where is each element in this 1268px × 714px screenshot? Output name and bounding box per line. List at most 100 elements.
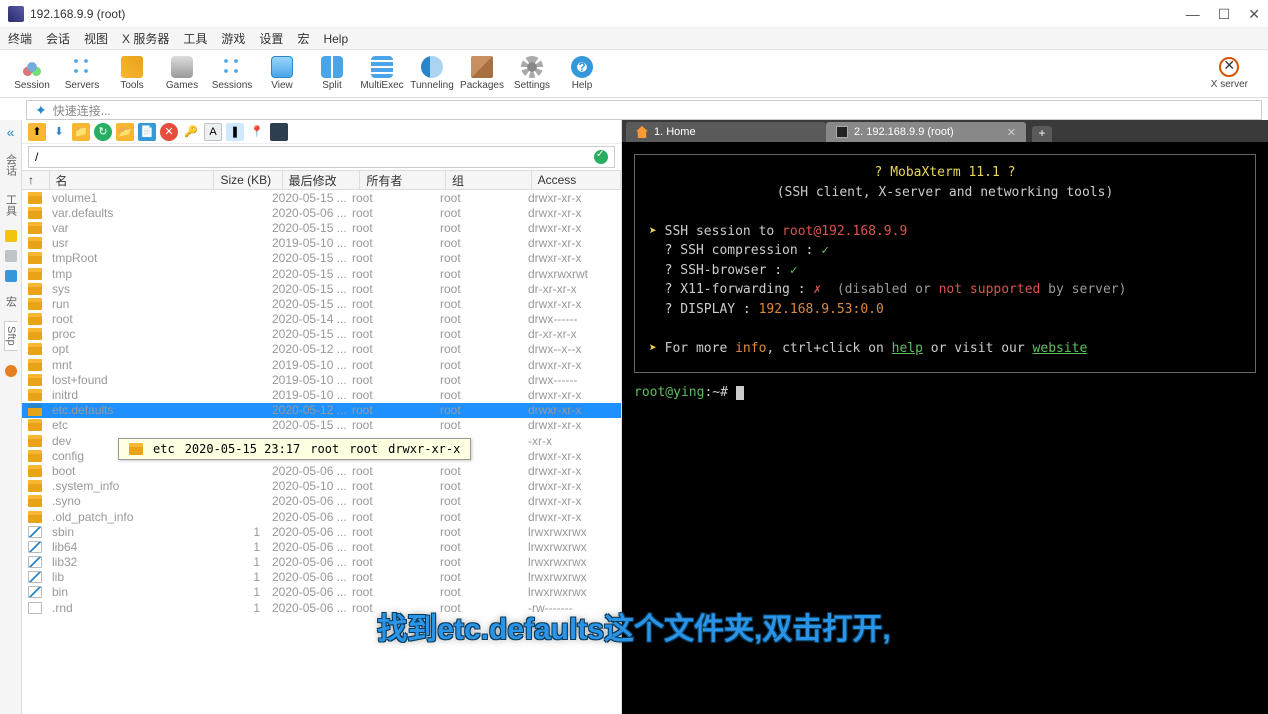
new-folder-icon[interactable]: 📂 [116, 123, 134, 141]
col-name[interactable]: 名 [50, 171, 215, 189]
file-row[interactable]: sys2020-05-15 ...rootrootdr-xr-xr-x [22, 281, 621, 296]
help-link[interactable]: help [892, 341, 923, 356]
new-file-icon[interactable]: 📄 [138, 123, 156, 141]
file-row[interactable]: etc.defaults2020-05-12 ...rootrootdrwxr-… [22, 403, 621, 418]
help-icon: ? [571, 56, 593, 78]
file-list-header: ↑ 名 Size (KB) 最后修改 所有者 组 Access [22, 170, 621, 190]
sidetab-sessions[interactable]: 会话 [3, 150, 19, 180]
send-icon[interactable] [5, 270, 17, 282]
menu-xserver[interactable]: X 服务器 [122, 30, 169, 47]
file-row[interactable]: lib3212020-05-06 ...rootrootlrwxrwxrwx [22, 555, 621, 570]
col-updir[interactable]: ↑ [22, 171, 50, 189]
toolbar-games[interactable]: Games [158, 53, 206, 95]
file-row[interactable]: proc2020-05-15 ...rootrootdr-xr-xr-x [22, 327, 621, 342]
file-row[interactable]: sbin12020-05-06 ...rootrootlrwxrwxrwx [22, 524, 621, 539]
file-row[interactable]: var.defaults2020-05-06 ...rootrootdrwxr-… [22, 205, 621, 220]
file-icon [28, 602, 42, 614]
toolbar-multiexec[interactable]: MultiExec [358, 53, 406, 95]
monitor-icon[interactable] [5, 250, 17, 262]
col-date[interactable]: 最后修改 [283, 171, 361, 189]
file-row[interactable]: lib12020-05-06 ...rootrootlrwxrwxrwx [22, 570, 621, 585]
xserver-button[interactable]: X server [1211, 57, 1248, 90]
toolbar-help[interactable]: ?Help [558, 53, 606, 95]
file-row[interactable]: .old_patch_info2020-05-06 ...rootrootdrw… [22, 509, 621, 524]
col-access[interactable]: Access [532, 171, 621, 189]
file-row[interactable]: boot2020-05-06 ...rootrootdrwxr-xr-x [22, 463, 621, 478]
terminal-prompt: root@ying:~# [634, 383, 1256, 403]
terminal-banner: ? MobaXterm 11.1 ? (SSH client, X-server… [634, 154, 1256, 373]
file-row[interactable]: etc2020-05-15 ...rootrootdrwxr-xr-x [22, 418, 621, 433]
link-icon [28, 541, 42, 553]
tab-close-icon[interactable]: ✕ [1007, 126, 1016, 139]
pin-icon[interactable]: 📍 [248, 123, 266, 141]
menu-terminal[interactable]: 终端 [8, 30, 32, 47]
file-row[interactable]: tmp2020-05-15 ...rootrootdrwxrwxrwt [22, 266, 621, 281]
toolbar-servers[interactable]: Servers [58, 53, 106, 95]
dot-icon[interactable] [5, 365, 17, 377]
col-owner[interactable]: 所有者 [360, 171, 446, 189]
menu-games[interactable]: 游戏 [221, 30, 245, 47]
folder-open-icon [28, 404, 42, 416]
path-bar[interactable]: / [28, 146, 615, 168]
file-row[interactable]: mnt2019-05-10 ...rootrootdrwxr-xr-x [22, 357, 621, 372]
menu-settings[interactable]: 设置 [259, 30, 283, 47]
sidetab-tools[interactable]: 工具 [3, 190, 19, 220]
toolbar-sessions[interactable]: Sessions [208, 53, 256, 95]
file-row[interactable]: usr2019-05-10 ...rootrootdrwxr-xr-x [22, 236, 621, 251]
menu-view[interactable]: 视图 [84, 30, 108, 47]
file-row[interactable]: lost+found2019-05-10 ...rootrootdrwx----… [22, 372, 621, 387]
toolbar-settings[interactable]: Settings [508, 53, 556, 95]
menu-macros[interactable]: 宏 [297, 30, 309, 47]
sidetab-macros[interactable]: 宏 [3, 292, 19, 311]
file-row[interactable]: root2020-05-14 ...rootrootdrwx------ [22, 312, 621, 327]
folder-icon [28, 419, 42, 431]
maximize-button[interactable]: ☐ [1218, 7, 1231, 21]
toolbar-view[interactable]: View [258, 53, 306, 95]
menu-help[interactable]: Help [323, 32, 348, 46]
toolbar-tools[interactable]: Tools [108, 53, 156, 95]
file-row[interactable]: bin12020-05-06 ...rootrootlrwxrwxrwx [22, 585, 621, 600]
folder-icon [28, 252, 42, 264]
bookmark-icon[interactable]: ❚ [226, 123, 244, 141]
tab-session-active[interactable]: 2. 192.168.9.9 (root) ✕ [826, 122, 1026, 142]
tooltip-date: 2020-05-15 23:17 [185, 442, 301, 456]
delete-icon[interactable]: ✕ [160, 123, 178, 141]
file-row[interactable]: run2020-05-15 ...rootrootdrwxr-xr-x [22, 296, 621, 311]
col-group[interactable]: 组 [446, 171, 532, 189]
file-row[interactable]: volume12020-05-15 ...rootrootdrwxr-xr-x [22, 190, 621, 205]
parent-folder-icon[interactable]: 📁 [72, 123, 90, 141]
file-row[interactable]: tmpRoot2020-05-15 ...rootrootdrwxr-xr-x [22, 251, 621, 266]
quick-connect-bar[interactable]: ✦ 快速连接... [26, 100, 1262, 120]
app-icon [8, 6, 24, 22]
edit-icon[interactable]: A [204, 123, 222, 141]
menu-tools[interactable]: 工具 [183, 30, 207, 47]
col-size[interactable]: Size (KB) [214, 171, 282, 189]
toolbar-packages[interactable]: Packages [458, 53, 506, 95]
tab-home[interactable]: 1. Home [626, 122, 826, 142]
download-icon[interactable]: ⬇ [50, 123, 68, 141]
toolbar-tunneling[interactable]: Tunneling [408, 53, 456, 95]
file-row[interactable]: var2020-05-15 ...rootrootdrwxr-xr-x [22, 220, 621, 235]
file-row[interactable]: initrd2019-05-10 ...rootrootdrwxr-xr-x [22, 387, 621, 402]
upload-icon[interactable]: ⬆ [28, 123, 46, 141]
refresh-icon[interactable]: ↻ [94, 123, 112, 141]
minimize-button[interactable]: — [1186, 7, 1200, 21]
file-row[interactable]: lib6412020-05-06 ...rootrootlrwxrwxrwx [22, 539, 621, 554]
menu-session[interactable]: 会话 [46, 30, 70, 47]
folder-icon [28, 359, 42, 371]
file-row[interactable]: .system_info2020-05-10 ...rootrootdrwxr-… [22, 479, 621, 494]
sidetab-sftp[interactable]: Sftp [4, 321, 17, 351]
collapse-sidebar-icon[interactable]: « [7, 124, 15, 140]
star-icon[interactable] [5, 230, 17, 242]
website-link[interactable]: website [1033, 341, 1088, 356]
new-tab-button[interactable]: + [1032, 126, 1052, 142]
terminal-icon[interactable] [270, 123, 288, 141]
toolbar-session[interactable]: Session [8, 53, 56, 95]
toolbar-split[interactable]: Split [308, 53, 356, 95]
tools-icon [121, 56, 143, 78]
file-row[interactable]: .syno2020-05-06 ...rootrootdrwxr-xr-x [22, 494, 621, 509]
close-button[interactable]: ✕ [1248, 7, 1260, 21]
key-icon[interactable]: 🔑 [182, 123, 200, 141]
file-row[interactable]: opt2020-05-12 ...rootrootdrwx--x--x [22, 342, 621, 357]
link-icon [28, 556, 42, 568]
